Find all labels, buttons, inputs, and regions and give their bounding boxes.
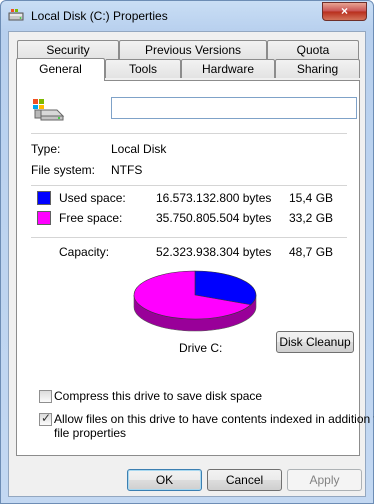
tab-tools[interactable]: Tools <box>105 59 181 78</box>
cancel-button[interactable]: Cancel <box>207 469 282 491</box>
apply-button[interactable]: Apply <box>287 469 362 491</box>
used-space-size: 15,4 GB <box>289 191 334 205</box>
file-system-label: File system: <box>31 163 96 177</box>
tab-previous-versions[interactable]: Previous Versions <box>119 40 267 59</box>
title-bar[interactable]: Local Disk (C:) Properties × <box>1 1 373 31</box>
properties-window: Local Disk (C:) Properties × Security Pr… <box>0 0 374 504</box>
type-label: Type: <box>31 142 61 156</box>
compress-label: Compress this drive to save disk space <box>54 389 263 403</box>
drive-icon <box>8 9 24 21</box>
drive-name-field[interactable] <box>111 97 357 119</box>
tab-sharing[interactable]: Sharing <box>275 59 360 78</box>
separator <box>31 237 347 238</box>
free-space-label: Free space: <box>59 211 123 225</box>
disk-usage-pie-chart <box>133 270 257 332</box>
drive-name-input[interactable] <box>112 98 356 118</box>
separator <box>31 185 347 186</box>
general-panel: Type: Local Disk File system: NTFS Used … <box>16 80 374 456</box>
capacity-size: 48,7 GB <box>289 245 334 259</box>
drive-icon <box>33 99 65 121</box>
index-label-line2: file properties <box>54 426 127 440</box>
separator <box>31 133 347 134</box>
close-button[interactable]: × <box>322 2 367 21</box>
tab-general[interactable]: General <box>16 58 105 81</box>
file-system-value: NTFS <box>111 163 143 177</box>
check-mark-icon: ✓ <box>40 411 52 425</box>
tab-hardware[interactable]: Hardware <box>181 59 275 78</box>
compress-checkbox[interactable] <box>39 390 52 403</box>
capacity-bytes: 52.323.938.304 bytes <box>156 245 272 259</box>
tab-quota[interactable]: Quota <box>267 40 359 59</box>
ok-button[interactable]: OK <box>127 469 202 491</box>
free-space-swatch <box>37 211 51 225</box>
used-space-label: Used space: <box>59 191 126 205</box>
type-value: Local Disk <box>111 142 167 156</box>
index-label-line1: Allow files on this drive to have conten… <box>54 412 374 426</box>
free-space-bytes: 35.750.805.504 bytes <box>156 211 272 225</box>
window-title: Local Disk (C:) Properties <box>31 9 168 23</box>
capacity-label: Capacity: <box>59 245 110 259</box>
check-mark-icon <box>40 388 52 400</box>
close-icon: × <box>340 4 348 18</box>
drive-label: Drive C: <box>179 341 223 355</box>
index-checkbox[interactable]: ✓ <box>39 411 52 426</box>
used-space-bytes: 16.573.132.800 bytes <box>156 191 272 205</box>
dialog-client: Security Previous Versions Quota General… <box>8 31 374 497</box>
tab-security[interactable]: Security <box>17 40 119 59</box>
used-space-swatch <box>37 191 51 205</box>
disk-cleanup-button[interactable]: Disk Cleanup <box>276 331 354 353</box>
free-space-size: 33,2 GB <box>289 211 334 225</box>
